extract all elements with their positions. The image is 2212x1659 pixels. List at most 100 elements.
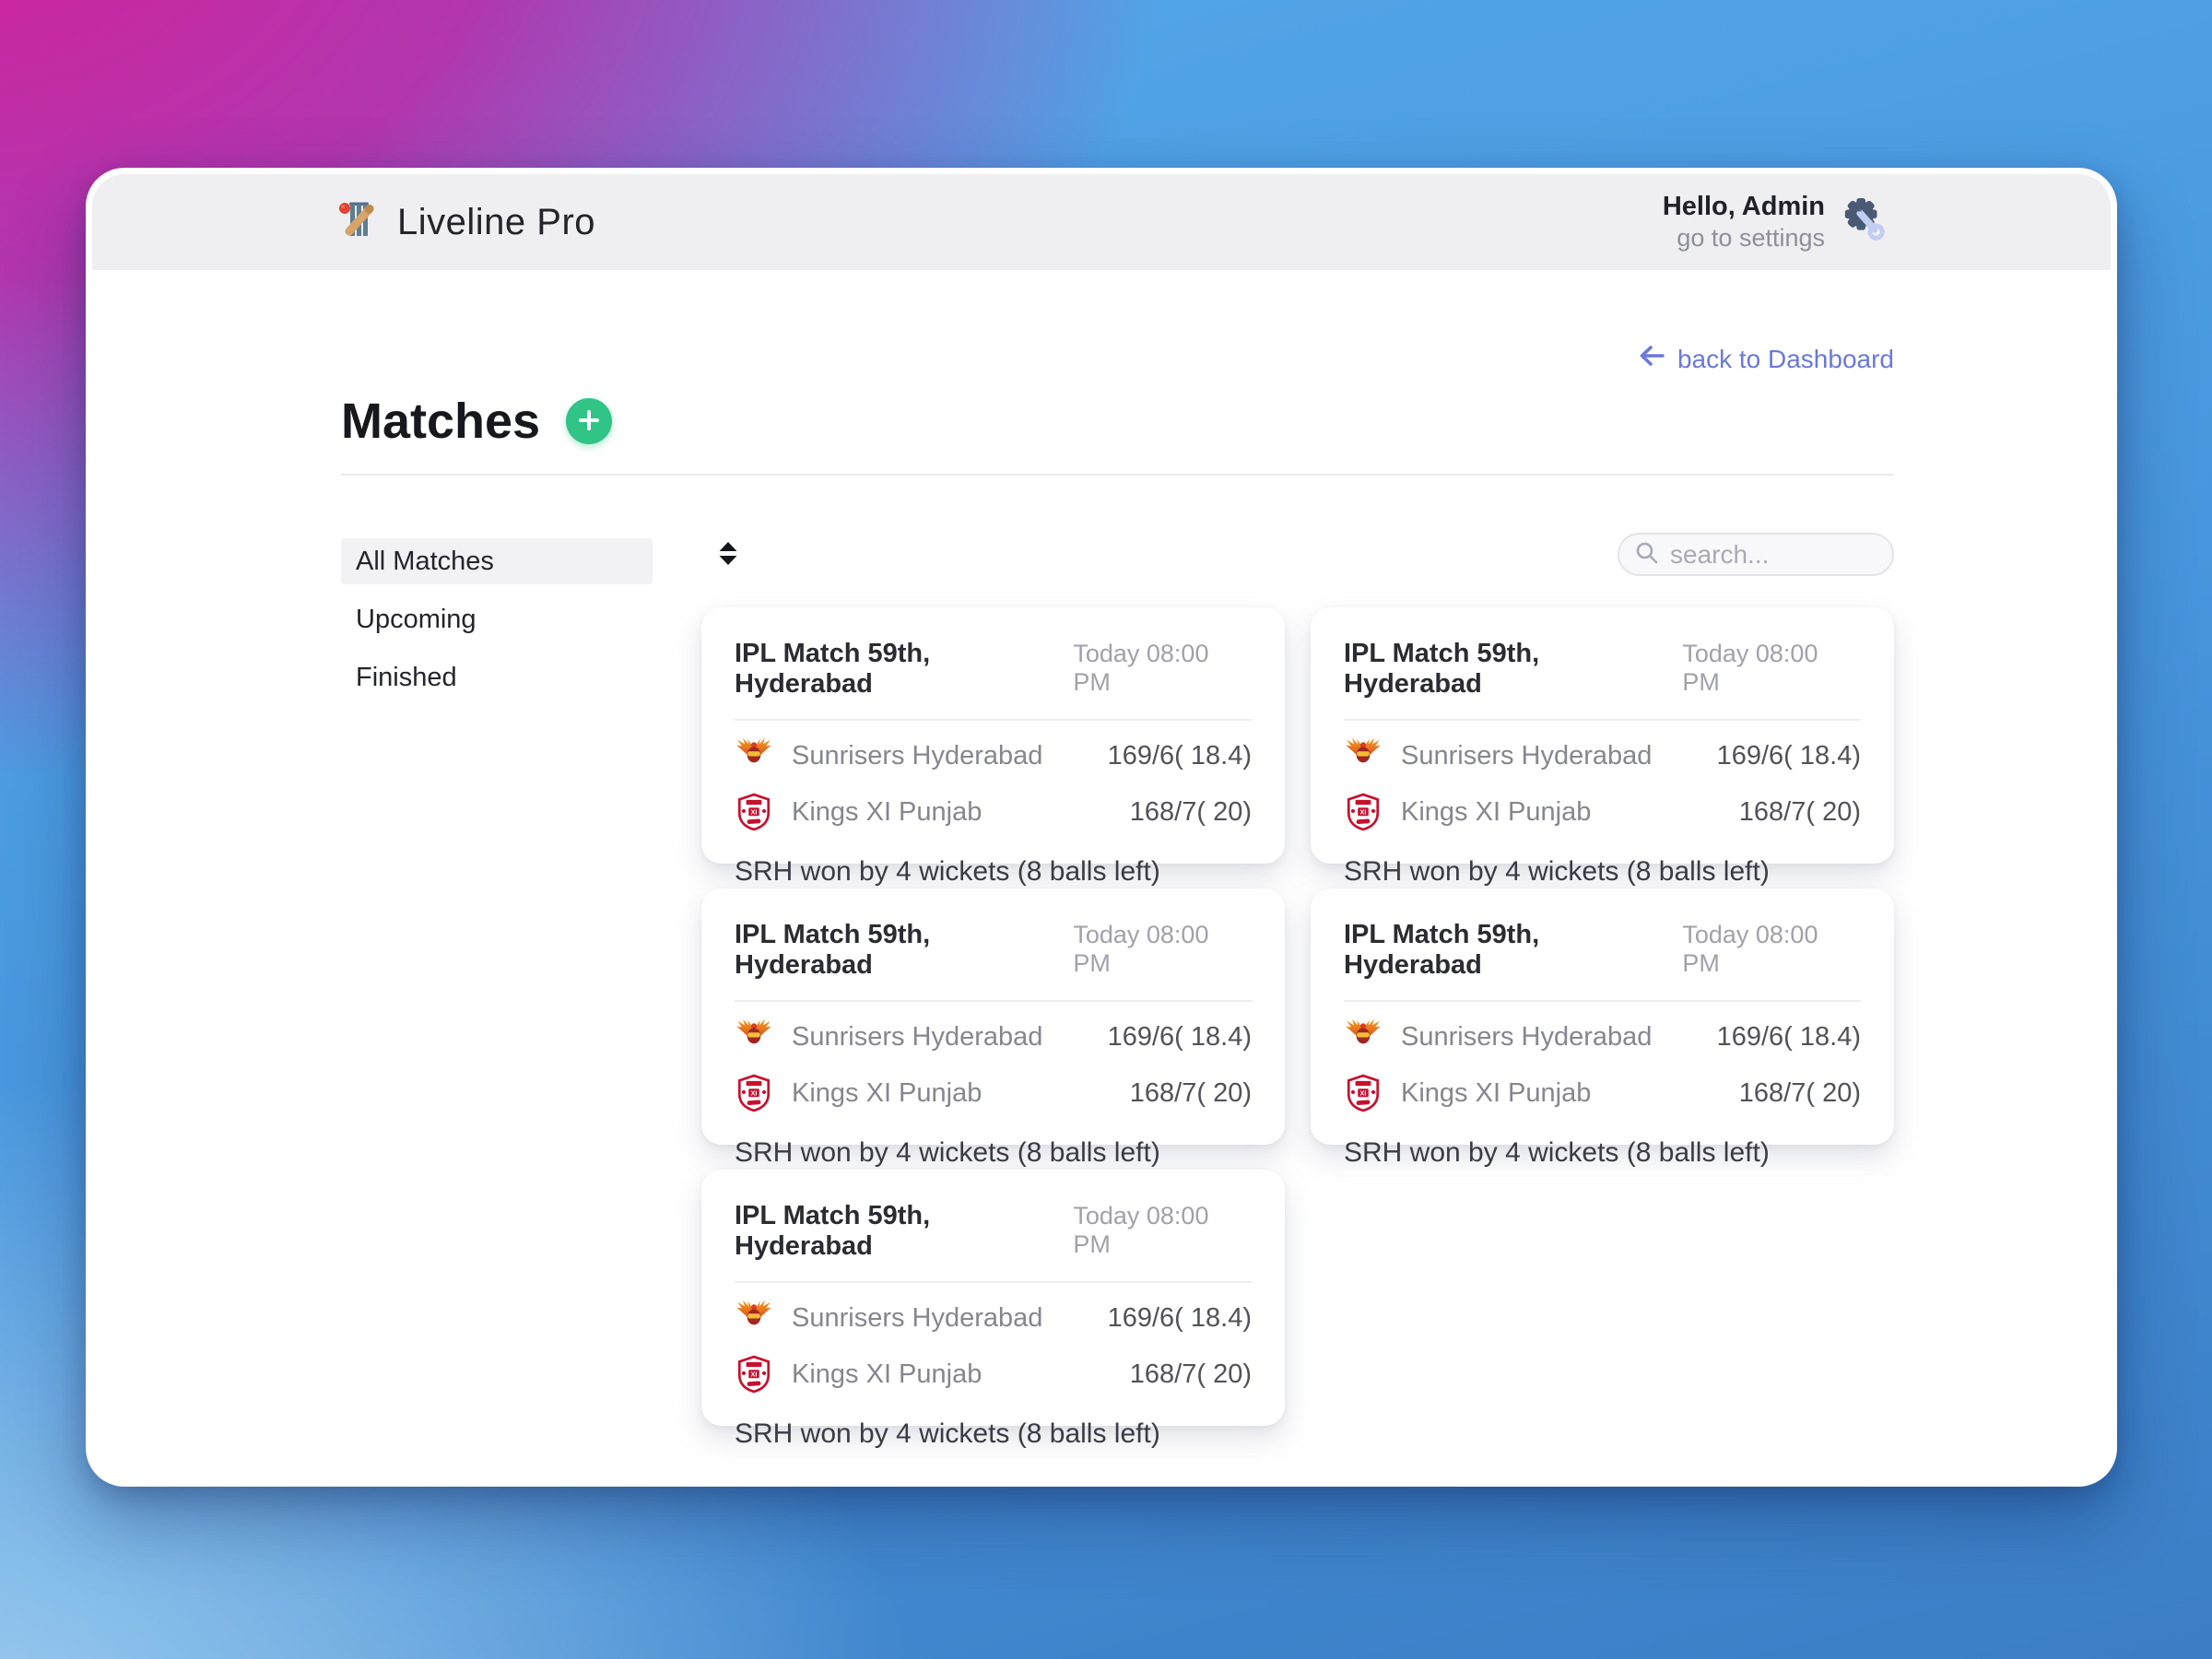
match-card-divider (1344, 1000, 1861, 1002)
matches-main: IPL Match 59th, Hyderabad Today 08:00 PM (701, 533, 1894, 1480)
user-block: Hello, Admin go to settings (1663, 191, 1891, 253)
team-name: Sunrisers Hyderabad (792, 1021, 1043, 1052)
match-result: SRH won by 4 wickets (8 balls left) (735, 856, 1160, 887)
search-input[interactable] (1670, 539, 1879, 570)
team-name: Sunrisers Hyderabad (1401, 1021, 1653, 1052)
kxip-logo-icon: XI (735, 1355, 773, 1394)
match-title: IPL Match 59th, Hyderabad (1344, 639, 1540, 699)
team-name: Kings XI Punjab (1401, 796, 1592, 827)
team-row: Sunrisers Hyderabad 169/6( 18.4) (735, 735, 1252, 777)
kxip-logo-icon: XI (1344, 1074, 1382, 1112)
match-title: IPL Match 59th, Hyderabad (1344, 920, 1540, 980)
app-header: Liveline Pro Hello, Admin go to settings (92, 174, 2111, 270)
match-result: SRH won by 4 wickets (8 balls left) (1344, 856, 1770, 887)
team-row: XI Kings XI Punjab 168/7( 20) (1344, 1072, 1861, 1114)
team-score: 169/6( 18.4) (1107, 740, 1252, 771)
match-title: IPL Match 59th, Hyderabad (735, 639, 931, 699)
match-card[interactable]: IPL Match 59th, Hyderabad Today 08:00 PM (701, 1170, 1285, 1449)
controls-row (701, 533, 1894, 576)
srh-logo-icon (1344, 736, 1382, 775)
content-layout: All Matches Upcoming Finished search... … (341, 533, 1894, 1480)
team-score: 169/6( 18.4) (1107, 1021, 1252, 1052)
match-card-divider (735, 1000, 1252, 1002)
team-score: 169/6( 18.4) (1716, 740, 1861, 771)
match-result: SRH won by 4 wickets (8 balls left) (735, 1137, 1160, 1168)
title-row: Matches (341, 393, 1894, 450)
srh-logo-icon (1344, 1018, 1382, 1056)
match-card[interactable]: IPL Match 59th, Hyderabad Today 08:00 PM (701, 607, 1285, 887)
match-time: Today 08:00 PM (1073, 640, 1209, 696)
match-result: SRH won by 4 wickets (8 balls left) (1344, 1137, 1770, 1168)
svg-text:XI: XI (751, 807, 758, 816)
team-score: 168/7( 20) (1738, 1077, 1861, 1108)
sidebar-item[interactable]: All Matches (341, 538, 653, 584)
svg-text:XI: XI (751, 1088, 758, 1097)
team-row: Sunrisers Hyderabad 169/6( 18.4) (735, 1016, 1252, 1058)
match-time: Today 08:00 PM (1073, 921, 1209, 977)
match-time: Today 08:00 PM (1073, 1202, 1209, 1258)
kxip-logo-icon: XI (735, 1074, 773, 1112)
team-score: 168/7( 20) (1738, 796, 1861, 827)
match-card-head: IPL Match 59th, Hyderabad Today 08:00 PM (1344, 639, 1861, 700)
kxip-logo-icon: XI (1344, 793, 1382, 831)
match-cards-grid: IPL Match 59th, Hyderabad Today 08:00 PM (701, 607, 1894, 1480)
settings-gear-icon[interactable] (1840, 196, 1891, 248)
team-name: Sunrisers Hyderabad (1401, 740, 1653, 771)
match-card[interactable]: IPL Match 59th, Hyderabad Today 08:00 PM (1311, 607, 1894, 887)
team-name: Kings XI Punjab (792, 1359, 982, 1389)
srh-logo-icon (735, 1018, 773, 1056)
user-greeting: Hello, Admin (1662, 192, 1825, 222)
arrow-left-icon (1638, 344, 1665, 374)
go-to-settings-link[interactable]: go to settings (1663, 223, 1825, 253)
sidebar-item[interactable]: Finished (341, 654, 653, 700)
add-match-button[interactable] (566, 398, 613, 444)
search-icon (1634, 540, 1659, 570)
team-name: Sunrisers Hyderabad (792, 1302, 1043, 1333)
svg-text:XI: XI (751, 1370, 758, 1378)
match-card[interactable]: IPL Match 59th, Hyderabad Today 08:00 PM (1311, 888, 1894, 1168)
team-score: 169/6( 18.4) (1716, 1021, 1861, 1052)
sort-button[interactable] (718, 541, 738, 569)
match-card-head: IPL Match 59th, Hyderabad Today 08:00 PM (1344, 920, 1861, 981)
team-row: Sunrisers Hyderabad 169/6( 18.4) (1344, 1016, 1861, 1058)
sidebar-item[interactable]: Upcoming (341, 596, 653, 642)
sort-arrows-icon (718, 541, 738, 569)
page-title: Matches (341, 394, 541, 449)
team-row: XI Kings XI Punjab 168/7( 20) (735, 791, 1252, 833)
team-row: XI Kings XI Punjab 168/7( 20) (735, 1353, 1252, 1395)
team-score: 168/7( 20) (1129, 796, 1252, 827)
team-name: Kings XI Punjab (792, 1077, 982, 1108)
brand: Liveline Pro (336, 196, 595, 249)
match-title: IPL Match 59th, Hyderabad (735, 920, 931, 980)
plus-icon (577, 408, 601, 435)
kxip-logo-icon: XI (735, 793, 773, 831)
matches-filter-sidebar: All Matches Upcoming Finished (341, 533, 653, 1480)
team-row: XI Kings XI Punjab 168/7( 20) (1344, 791, 1861, 833)
cricket-logo-icon (336, 196, 379, 249)
match-time: Today 08:00 PM (1682, 640, 1818, 696)
match-card-head: IPL Match 59th, Hyderabad Today 08:00 PM (735, 639, 1252, 700)
match-card-head: IPL Match 59th, Hyderabad Today 08:00 PM (735, 1201, 1252, 1262)
team-name: Sunrisers Hyderabad (792, 740, 1043, 771)
match-card-divider (735, 719, 1252, 721)
app-window: Liveline Pro Hello, Admin go to settings (86, 168, 2117, 1487)
match-title: IPL Match 59th, Hyderabad (735, 1201, 931, 1261)
team-score: 168/7( 20) (1129, 1077, 1252, 1108)
match-card[interactable]: IPL Match 59th, Hyderabad Today 08:00 PM (701, 888, 1285, 1168)
team-name: Kings XI Punjab (1401, 1077, 1592, 1108)
back-row: back to Dashboard (341, 344, 1894, 374)
team-row: Sunrisers Hyderabad 169/6( 18.4) (1344, 735, 1861, 777)
team-score: 168/7( 20) (1129, 1359, 1252, 1389)
team-name: Kings XI Punjab (792, 796, 982, 827)
svg-text:XI: XI (1360, 807, 1367, 816)
srh-logo-icon (735, 1299, 773, 1337)
match-card-divider (1344, 719, 1861, 721)
sidebar-item-label: All Matches (356, 546, 494, 576)
sidebar-item-label: Upcoming (356, 604, 477, 634)
user-text: Hello, Admin go to settings (1663, 191, 1825, 253)
sidebar-item-label: Finished (356, 662, 457, 692)
back-to-dashboard-link[interactable]: back to Dashboard (1638, 344, 1894, 374)
match-time: Today 08:00 PM (1682, 921, 1818, 977)
srh-logo-icon (735, 736, 773, 775)
brand-name: Liveline Pro (397, 201, 596, 242)
